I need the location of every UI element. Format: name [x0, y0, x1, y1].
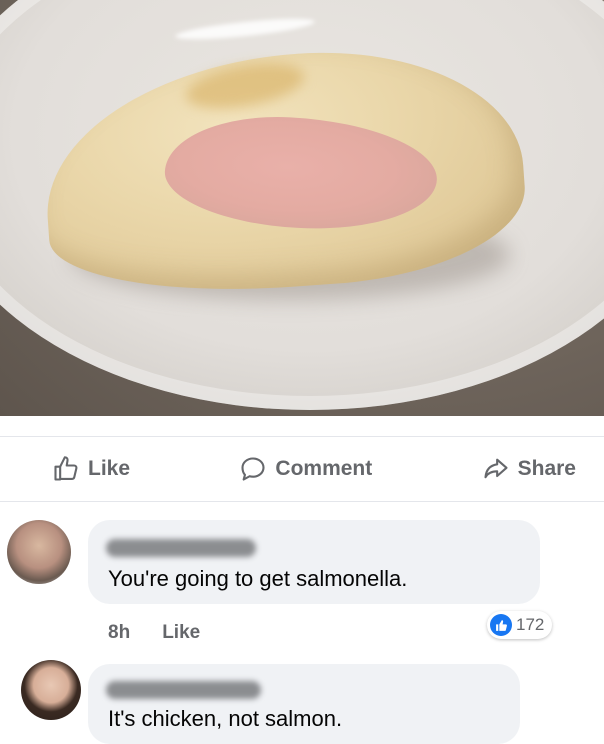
- avatar[interactable]: [21, 660, 81, 720]
- reaction-count-badge[interactable]: 172: [487, 611, 553, 639]
- comment-text: You're going to get salmonella.: [108, 566, 408, 591]
- share-button-label: Share: [517, 457, 576, 480]
- post-action-bar: Like Comment Share: [0, 436, 604, 502]
- blurred-commenter-name[interactable]: [106, 681, 261, 699]
- like-button[interactable]: Like: [52, 455, 130, 483]
- reaction-count: 172: [516, 615, 545, 634]
- avatar[interactable]: [7, 520, 71, 584]
- comment-timestamp[interactable]: 8h: [108, 622, 130, 644]
- like-button-label: Like: [88, 457, 131, 480]
- comment-meta: 8h Like: [108, 622, 200, 644]
- comment-text: It's chicken, not salmon.: [108, 706, 343, 731]
- comment-button-label: Comment: [275, 457, 373, 480]
- share-arrow-icon: [484, 458, 508, 479]
- comment-button[interactable]: Comment: [239, 455, 372, 483]
- blurred-commenter-name[interactable]: [106, 539, 256, 557]
- comment-bubble-icon: [241, 457, 265, 481]
- comment-like-link[interactable]: Like: [162, 622, 200, 644]
- comment-bubble: It's chicken, not salmon.: [88, 664, 520, 744]
- thumbs-up-icon: [54, 456, 78, 481]
- post-photo[interactable]: [0, 0, 604, 416]
- share-button[interactable]: Share: [482, 455, 576, 483]
- like-reaction-icon: [490, 614, 512, 636]
- comment-bubble: You're going to get salmonella.: [88, 520, 540, 604]
